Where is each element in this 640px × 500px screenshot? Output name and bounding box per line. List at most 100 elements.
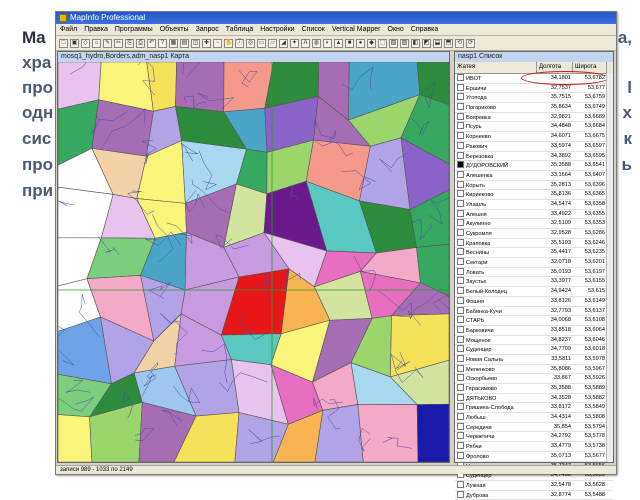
row-checkbox[interactable] [457,132,464,140]
toolbar-tool-icon[interactable]: − [213,38,222,48]
menu-window[interactable]: Окно [388,24,404,35]
table-row[interactable]: Ловать 35,0193 53,6197 [455,267,613,278]
table-row[interactable]: Оскорбьево 33,867 53,5926 [455,374,613,384]
table-row[interactable]: Рябчи 33,4779 53,5738 [455,442,613,452]
row-checkbox[interactable] [457,74,464,81]
row-checkbox[interactable] [457,267,464,275]
toolbar-tool-icon[interactable]: ◐ [323,38,332,48]
table-row[interactable]: Алешенка 33,1664 53,6407 [455,170,613,181]
row-checkbox[interactable] [457,413,464,421]
toolbar-tool-icon[interactable]: ? [158,38,167,48]
table-row[interactable]: Корыть 35,2813 53,6396 [455,180,613,191]
table-row[interactable]: Гришина-Слобода 33,8172 53,5849 [455,403,613,414]
row-checkbox[interactable] [457,393,464,401]
map-canvas[interactable] [58,62,449,462]
table-row[interactable]: Новая Сальнь 33,5811 53,5978 [455,354,613,365]
table-row[interactable]: Герасимово 35,3588 53,5889 [455,384,613,394]
row-checkbox[interactable] [457,170,464,178]
table-row[interactable]: Веснины 35,4417 53,6235 [455,248,613,259]
row-checkbox[interactable] [457,209,464,217]
toolbar-tool-icon[interactable]: ◩ [422,38,431,48]
browser-window-title[interactable]: nasp1 Список [455,52,613,62]
row-checkbox[interactable] [457,190,464,198]
row-checkbox[interactable] [457,180,464,188]
toolbar-tool-icon[interactable]: ◫ [191,38,200,48]
table-row[interactable]: Меленково 35,8086 53,5967 [455,364,613,375]
toolbar-tool-icon[interactable]: ■ [345,38,354,48]
toolbar-tool-icon[interactable]: □ [59,38,68,48]
table-row[interactable]: Краповка 35,5193 53,6246 [455,238,613,249]
table-row[interactable]: Корнеево 34,6071 53,6675 [455,132,613,142]
table-row[interactable]: Кириеково 35,8136 53,6365 [455,190,613,200]
menu-edit[interactable]: Правка [84,24,108,35]
row-checkbox[interactable] [457,238,464,246]
toolbar-tool-icon[interactable]: ◢ [279,38,288,48]
toolbar-tool-icon[interactable]: ✂ [114,38,123,48]
toolbar-tool-icon[interactable]: ⬒ [444,38,453,48]
map-window-title[interactable]: mosq1_hydro,Borders,adm_nasp1 Карта [58,52,449,62]
toolbar-tool-icon[interactable]: ◧ [411,38,420,48]
menu-vertical-mapper[interactable]: Vertical Mapper [332,24,381,35]
toolbar-tool-icon[interactable]: ⬚ [378,38,387,48]
row-checkbox[interactable] [457,384,464,391]
row-checkbox[interactable] [457,296,464,304]
table-row[interactable]: Фролово 35,0713 53,5677 [455,451,613,462]
table-row[interactable]: Фошня 33,8126 53,6149 [455,296,613,307]
table-row[interactable]: Любыш 34,4314 53,5808 [455,413,613,423]
toolbar-tool-icon[interactable]: ▨ [400,38,409,48]
menu-file[interactable]: Файл [60,24,77,35]
row-checkbox[interactable] [457,103,464,111]
table-row[interactable]: ИВОТ 34,1801 53,6782 [455,74,613,84]
toolbar-tool-icon[interactable]: ▲ [334,38,343,48]
row-checkbox[interactable] [457,277,464,285]
table-row[interactable]: Угопода 35,7515 53,6759 [455,93,613,104]
row-checkbox[interactable] [457,451,464,459]
row-checkbox[interactable] [457,258,464,266]
menu-browse[interactable]: Список [302,24,325,35]
toolbar-tool-icon[interactable]: ✋ [224,38,233,48]
toolbar-tool-icon[interactable]: ⎙ [136,38,145,48]
map-district[interactable] [314,404,364,462]
toolbar-tool-icon[interactable]: ✎ [103,38,112,48]
vertical-scrollbar[interactable] [606,73,613,462]
table-row[interactable]: Бояревка 32,9821 53,6689 [455,112,613,123]
row-checkbox[interactable] [457,345,464,353]
row-checkbox[interactable] [457,306,464,314]
menu-options[interactable]: Настройки [260,24,294,35]
row-checkbox[interactable] [457,287,464,295]
toolbar-tool-icon[interactable]: ▱ [268,38,277,48]
table-row[interactable]: Мощеное 34,8237 53,6046 [455,335,613,346]
toolbar-tool-icon[interactable]: ✦ [290,38,299,48]
row-checkbox[interactable] [457,229,464,236]
map-district[interactable] [416,403,449,462]
toolbar-tool-icon[interactable]: ⓘ [235,38,244,48]
toolbar-tool-icon[interactable]: ✚ [202,38,211,48]
toolbar-tool-icon[interactable]: ⬓ [433,38,442,48]
row-checkbox[interactable] [457,83,464,91]
toolbar-tool-icon[interactable]: ▭ [257,38,266,48]
menu-table[interactable]: Таблица [226,24,253,35]
toolbar-tool-icon[interactable]: ⎘ [125,38,134,48]
table-row[interactable]: Сукромля 32,9528 53,6286 [455,229,613,239]
toolbar-tool-icon[interactable]: ⟲ [455,38,464,48]
row-checkbox[interactable] [457,248,464,256]
table-row[interactable]: ДЯТЬКОВО 34,3528 53,5882 [455,393,613,404]
toolbar-tool-icon[interactable]: ▣ [70,38,79,48]
toolbar-tool-icon[interactable]: ◎ [246,38,255,48]
row-checkbox[interactable] [457,141,464,149]
row-checkbox[interactable] [457,442,464,450]
table-row[interactable]: СТАРЬ 34,0068 53,6108 [455,316,613,326]
row-checkbox[interactable] [457,151,464,159]
column-header-longitude[interactable]: Долгота [537,62,573,73]
table-row[interactable]: Сектари 32,0718 53,6201 [455,258,613,268]
table-row[interactable]: Белый-Колодец 34,9424 53,615 [455,287,613,297]
toolbar-tool-icon[interactable]: ◇ [81,38,90,48]
table-row[interactable]: Дуброва 32,8774 53,5488 [455,490,613,500]
table-row[interactable]: Березовка 34,3892 53,6595 [455,151,613,162]
row-checkbox[interactable] [457,490,464,498]
table-row[interactable]: Бабинка-Кучи 32,7793 53,6137 [455,306,613,317]
row-checkbox[interactable] [457,374,464,382]
menu-objects[interactable]: Объекты [160,24,189,35]
row-checkbox[interactable] [457,161,464,169]
toolbar-tool-icon[interactable]: ▧ [389,38,398,48]
